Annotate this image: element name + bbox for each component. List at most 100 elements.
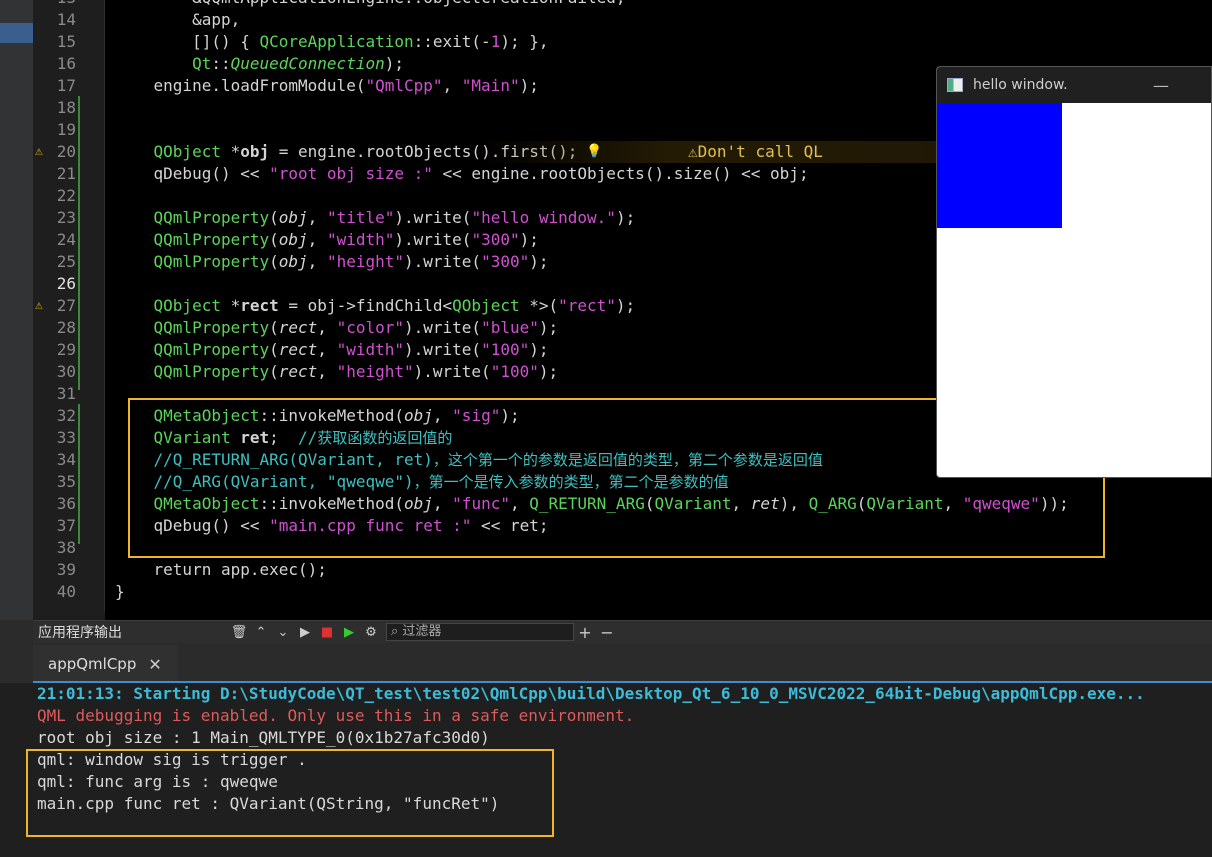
debug-run-icon[interactable]: ▶ [338,625,360,640]
code-token: ); [615,296,636,315]
code-line[interactable]: &app, [115,9,240,31]
warning-annotation[interactable]: ⚠Don't call QL [688,141,823,163]
code-token: ( [269,362,279,381]
code-token: "width" [326,230,395,249]
code-token: "hello window." [471,208,616,227]
code-token: << engine.rootObjects().size() << obj; [432,164,809,183]
preview-window-title: hello window. [973,77,1068,93]
code-line[interactable]: &QQmlApplicationEngine::objectCreationFa… [115,0,625,9]
code-token: "height" [336,362,414,381]
code-line[interactable]: []() { QCoreApplication::exit(-1); }, [115,31,548,53]
code-token: QQmlProperty [153,230,270,249]
code-token: ::exit(- [413,32,491,51]
code-token: ).write( [394,208,472,227]
code-line[interactable]: } [115,581,125,603]
line-number: 23 [56,208,76,227]
code-token: ).write( [413,362,491,381]
code-token: obj [278,252,308,271]
output-pane-title: 应用程序输出 [38,625,122,641]
warning-icon[interactable]: ⚠ [35,145,49,159]
tab-label: appQmlCpp [48,655,137,673]
line-number: 28 [56,318,76,337]
code-line[interactable]: QQmlProperty(obj, "height").write("300")… [115,251,549,273]
line-number: 34 [56,450,76,469]
warning-icon[interactable]: ⚠ [35,299,49,313]
left-sidebar-strip [0,0,33,620]
code-token: qDebug() << [115,164,270,183]
output-line: QML debugging is enabled. Only use this … [37,706,635,725]
filter-placeholder: 过滤器 [402,624,442,639]
line-number: 22 [56,186,76,205]
code-token: ( [269,208,279,227]
code-line[interactable]: engine.loadFromModule("QmlCpp", "Main"); [115,75,539,97]
changed-lines-marker [78,96,80,390]
line-number: 38 [56,538,76,557]
clear-output-icon[interactable]: 🗑 [228,625,250,640]
run-icon[interactable]: ▶ [294,625,316,640]
line-number: 15 [56,32,76,51]
code-token: ); [519,230,539,249]
add-button[interactable]: + [574,623,596,642]
code-line[interactable]: Qt::QueuedConnection); [115,53,404,75]
code-token: QQmlProperty [153,252,270,271]
preview-window-titlebar[interactable]: hello window. — [937,67,1211,103]
lightbulb-icon[interactable]: 💡 [586,141,602,163]
code-token: "color" [336,318,404,337]
code-token: , [442,76,462,95]
code-token: QQmlProperty [153,318,270,337]
code-token: ( [269,252,279,271]
code-token: "100" [490,362,539,381]
code-token: 1 [490,32,501,51]
line-number: 36 [56,494,76,513]
line-number: 21 [56,164,76,183]
code-token: ).write( [394,230,472,249]
line-number: 18 [56,98,76,117]
code-token: , [317,340,337,359]
code-line[interactable]: qDebug() << "root obj size :" << engine.… [115,163,809,185]
code-token: QObject [153,142,221,161]
warning-annotation-text: Don't call QL [697,142,823,161]
code-token: ); [529,340,549,359]
code-line[interactable]: QQmlProperty(rect, "height").write("100"… [115,361,559,383]
code-token: QObject [452,296,520,315]
code-line[interactable]: QObject *rect = obj->findChild<QObject *… [115,295,636,317]
code-line[interactable]: QQmlProperty(rect, "width").write("100")… [115,339,549,361]
code-token: "Main" [461,76,520,95]
code-token: ); [529,252,549,271]
line-number: 14 [56,10,76,29]
line-number: 24 [56,230,76,249]
code-line[interactable]: QQmlProperty(obj, "width").write("300"); [115,229,539,251]
code-token: rect [240,296,279,315]
code-line[interactable]: return app.exec(); [115,559,327,581]
filter-input[interactable]: ⌕ 过滤器 [386,623,574,641]
code-token: } [115,582,125,601]
line-number: 29 [56,340,76,359]
stop-icon[interactable]: ■ [316,625,338,640]
code-token: "height" [326,252,404,271]
remove-button[interactable]: − [596,623,618,642]
gear-icon[interactable]: ⚙ [360,625,382,640]
window-app-icon [947,78,963,92]
sidebar-selected-item[interactable] [0,23,33,43]
code-token: "100" [481,340,530,359]
code-token: rect [278,340,318,359]
code-token: ( [269,318,279,337]
code-token: ); [538,318,559,337]
code-token: *>( [519,296,559,315]
qml-preview-window[interactable]: hello window. — [936,66,1212,478]
minimize-button[interactable]: — [1153,76,1169,95]
code-token: obj [240,142,270,161]
chevron-down-icon[interactable]: ⌄ [272,625,294,640]
tab-appqmlcpp[interactable]: appQmlCpp ✕ [33,643,178,683]
code-line[interactable]: QQmlProperty(rect, "color").write("blue"… [115,317,559,339]
close-icon[interactable]: ✕ [148,655,161,674]
code-line[interactable]: QQmlProperty(obj, "title").write("hello … [115,207,636,229]
line-number: 33 [56,428,76,447]
chevron-up-icon[interactable]: ⌃ [250,625,272,640]
code-token: ( [269,230,279,249]
